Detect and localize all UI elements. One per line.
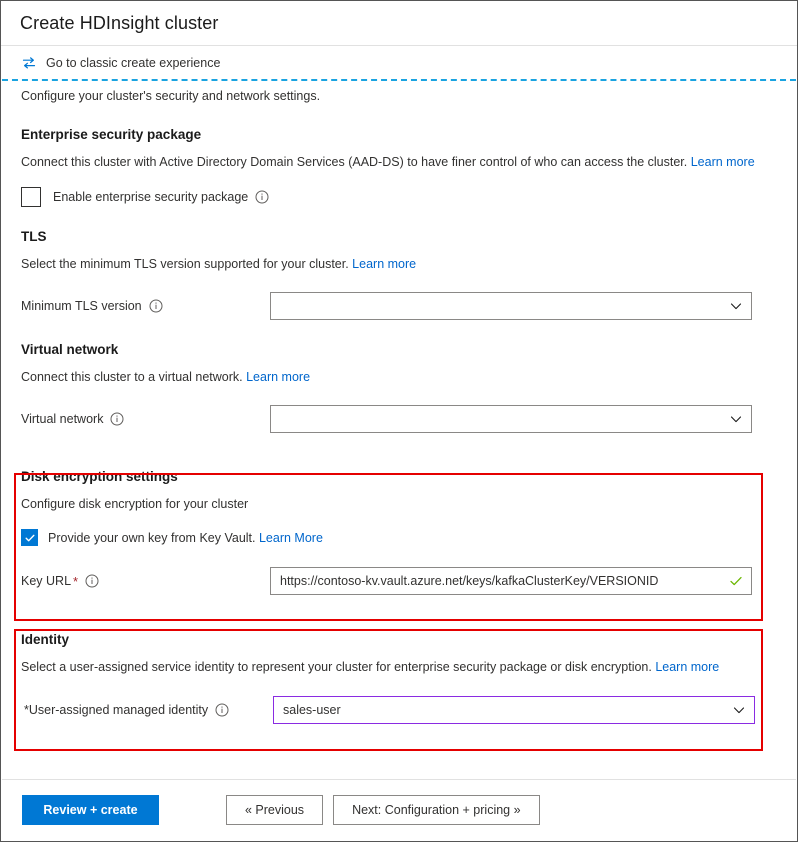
- disk-encryption-heading: Disk encryption settings: [21, 469, 178, 484]
- minimum-tls-version-info-icon[interactable]: [149, 299, 163, 313]
- window-titlebar: Create HDInsight cluster: [1, 1, 797, 46]
- virtual-network-label-wrap: Virtual network: [21, 412, 270, 426]
- enterprise-security-description-text: Connect this cluster with Active Directo…: [21, 155, 691, 169]
- virtual-network-heading: Virtual network: [21, 342, 119, 357]
- user-assigned-managed-identity-row: *User-assigned managed identity sales-us…: [21, 696, 777, 724]
- create-hdinsight-cluster-window: Create HDInsight cluster Go to classic c…: [0, 0, 798, 842]
- key-url-value: https://contoso-kv.vault.azure.net/keys/…: [280, 574, 659, 588]
- previous-button[interactable]: « Previous: [226, 795, 324, 825]
- minimum-tls-version-row: Minimum TLS version: [21, 292, 777, 320]
- provide-own-key-label: Provide your own key from Key Vault. Lea…: [48, 531, 323, 545]
- enable-enterprise-security-checkbox[interactable]: [21, 187, 41, 207]
- swap-arrows-icon: [21, 55, 37, 71]
- review-create-button[interactable]: Review + create: [22, 795, 159, 825]
- identity-learn-more-link[interactable]: Learn more: [655, 660, 719, 674]
- green-check-icon: [729, 574, 743, 588]
- virtual-network-description: Connect this cluster to a virtual networ…: [21, 368, 767, 386]
- key-url-required-marker: *: [73, 573, 79, 589]
- virtual-network-info-icon[interactable]: [110, 412, 124, 426]
- classic-experience-bar[interactable]: Go to classic create experience: [1, 46, 797, 79]
- provide-own-key-row[interactable]: Provide your own key from Key Vault. Lea…: [21, 529, 777, 546]
- identity-heading: Identity: [21, 632, 70, 647]
- virtual-network-description-text: Connect this cluster to a virtual networ…: [21, 370, 247, 384]
- enterprise-security-description: Connect this cluster with Active Directo…: [21, 153, 767, 171]
- user-assigned-managed-identity-label: *User-assigned managed identity: [24, 703, 209, 717]
- provide-own-key-checkbox[interactable]: [21, 529, 38, 546]
- minimum-tls-version-dropdown[interactable]: [270, 292, 752, 320]
- disk-encryption-learn-more-link[interactable]: Learn More: [259, 531, 323, 545]
- key-url-row: Key URL * https://contoso-kv.vault.azure…: [21, 567, 777, 595]
- key-url-label: Key URL: [21, 574, 72, 588]
- enable-enterprise-security-row[interactable]: Enable enterprise security package: [21, 187, 777, 207]
- classic-experience-link[interactable]: Go to classic create experience: [46, 56, 220, 70]
- virtual-network-dropdown[interactable]: [270, 405, 752, 433]
- intro-text: Configure your cluster's security and ne…: [21, 89, 321, 103]
- tls-description-text: Select the minimum TLS version supported…: [21, 257, 353, 271]
- chevron-down-icon: [729, 412, 743, 426]
- tls-description: Select the minimum TLS version supported…: [21, 255, 767, 273]
- page-title: Create HDInsight cluster: [20, 12, 219, 33]
- user-assigned-managed-identity-dropdown[interactable]: sales-user: [273, 696, 755, 724]
- tls-learn-more-link[interactable]: Learn more: [352, 257, 416, 271]
- provide-own-key-label-text: Provide your own key from Key Vault.: [48, 530, 256, 545]
- tls-heading: TLS: [21, 229, 47, 244]
- virtual-network-row: Virtual network: [21, 405, 777, 433]
- enterprise-security-info-icon[interactable]: [255, 190, 269, 204]
- key-url-label-wrap: Key URL *: [21, 574, 270, 589]
- identity-description: Select a user-assigned service identity …: [21, 658, 767, 676]
- enable-enterprise-security-label: Enable enterprise security package: [53, 190, 249, 204]
- minimum-tls-version-label-wrap: Minimum TLS version: [21, 299, 270, 313]
- enterprise-security-learn-more-link[interactable]: Learn more: [691, 155, 755, 169]
- identity-description-text: Select a user-assigned service identity …: [21, 660, 656, 674]
- next-configuration-pricing-button[interactable]: Next: Configuration + pricing »: [333, 795, 540, 825]
- user-assigned-managed-identity-label-wrap: *User-assigned managed identity: [21, 703, 273, 717]
- virtual-network-learn-more-link[interactable]: Learn more: [246, 370, 310, 384]
- wizard-footer: Review + create « Previous Next: Configu…: [2, 779, 796, 840]
- enterprise-security-heading: Enterprise security package: [21, 127, 202, 142]
- virtual-network-label: Virtual network: [21, 412, 104, 426]
- chevron-down-icon: [729, 299, 743, 313]
- form-content: Configure your cluster's security and ne…: [1, 81, 797, 724]
- disk-encryption-description: Configure disk encryption for your clust…: [21, 497, 249, 511]
- key-url-input[interactable]: https://contoso-kv.vault.azure.net/keys/…: [270, 567, 752, 595]
- chevron-down-icon: [732, 703, 746, 717]
- key-url-info-icon[interactable]: [85, 574, 99, 588]
- user-assigned-managed-identity-value: sales-user: [283, 703, 341, 717]
- minimum-tls-version-label: Minimum TLS version: [21, 299, 142, 313]
- user-assigned-managed-identity-info-icon[interactable]: [215, 703, 229, 717]
